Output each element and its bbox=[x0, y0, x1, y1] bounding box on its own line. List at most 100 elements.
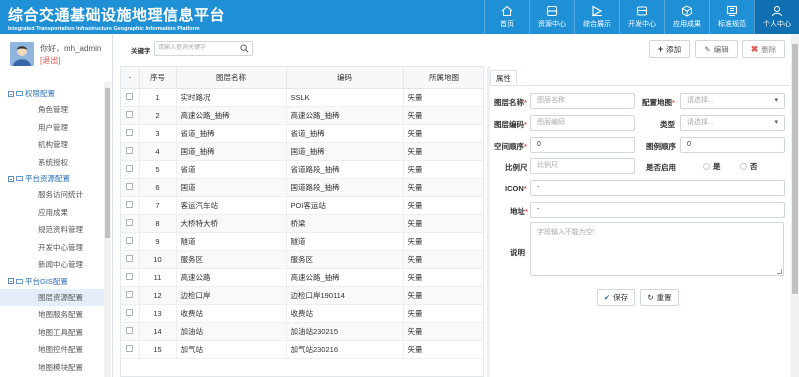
search-icon[interactable] bbox=[240, 44, 249, 53]
address-input[interactable]: - bbox=[530, 202, 785, 218]
enabled-no-radio[interactable]: 否 bbox=[740, 161, 758, 172]
icon-input[interactable]: - bbox=[530, 180, 785, 196]
row-checkbox[interactable] bbox=[126, 146, 134, 154]
nav-resource-center[interactable]: 资源中心 bbox=[529, 0, 574, 34]
cell-layer-name: 省道 bbox=[176, 160, 287, 179]
sidebar-item-map-tools[interactable]: 地图工具配置 bbox=[0, 324, 104, 342]
row-checkbox[interactable] bbox=[126, 236, 134, 244]
row-checkbox[interactable] bbox=[126, 128, 134, 136]
table-row[interactable]: 11 高速公路 高速公路_抽稀 矢量 bbox=[121, 268, 483, 287]
sidebar-group-permissions[interactable]: 权限配置 bbox=[0, 86, 104, 101]
row-checkbox[interactable] bbox=[126, 326, 134, 334]
sidebar-group-label: 权限配置 bbox=[25, 89, 55, 98]
sidebar-item-app-results[interactable]: 应用成果 bbox=[0, 204, 104, 222]
row-checkbox[interactable] bbox=[126, 110, 134, 118]
row-checkbox[interactable] bbox=[126, 200, 134, 208]
row-checkbox[interactable] bbox=[126, 254, 134, 262]
table-row[interactable]: 6 国道 国道路段_抽稀 矢量 bbox=[121, 178, 483, 197]
keyword-label: 关键字 bbox=[131, 48, 151, 55]
table-row[interactable]: 5 省道 省道路段_抽稀 矢量 bbox=[121, 160, 483, 179]
keyword-search-input[interactable]: 请输入查询关键字 bbox=[154, 41, 253, 56]
table-row[interactable]: 14 加油站 加油站230215 矢量 bbox=[121, 322, 483, 341]
table-row[interactable]: 13 收费站 收费站 矢量 bbox=[121, 304, 483, 323]
table-row[interactable]: 8 大桥特大桥 桥梁 矢量 bbox=[121, 214, 483, 233]
row-checkbox[interactable] bbox=[126, 218, 134, 226]
row-checkbox-cell bbox=[121, 286, 140, 305]
sidebar-item-authorization[interactable]: 系统授权 bbox=[0, 154, 104, 172]
nav-results[interactable]: 应用成果 bbox=[664, 0, 709, 34]
page-scroll-thumb[interactable] bbox=[792, 44, 798, 294]
cell-layer-name: 高速公路_抽稀 bbox=[176, 106, 287, 125]
folder-icon bbox=[16, 278, 23, 284]
table-row[interactable]: 4 国道_抽稀 国道_抽稀 矢量 bbox=[121, 142, 483, 161]
col-map[interactable]: 所属地图 bbox=[403, 67, 483, 89]
cell-index: 8 bbox=[139, 214, 177, 233]
select-all-header[interactable]: - bbox=[121, 67, 140, 89]
row-checkbox[interactable] bbox=[126, 344, 134, 352]
description-textarea[interactable]: 字段输入不能为空! bbox=[530, 222, 784, 276]
sidebar-item-standards[interactable]: 规范资料管理 bbox=[0, 221, 104, 239]
logout-link[interactable]: [退出] bbox=[40, 55, 60, 66]
map-label: 配置地图* bbox=[642, 98, 675, 107]
col-layer-name[interactable]: 图层名称 bbox=[176, 67, 287, 89]
cell-map: 矢量 bbox=[403, 340, 483, 359]
add-button[interactable]: + 添加 bbox=[649, 40, 690, 58]
delete-button[interactable]: ✖ 删除 bbox=[742, 40, 785, 58]
nav-develop[interactable]: 开发中心 bbox=[619, 0, 664, 34]
col-index[interactable]: 序号 bbox=[139, 67, 177, 89]
sidebar-item-access-stats[interactable]: 服务访问统计 bbox=[0, 186, 104, 204]
row-checkbox-cell bbox=[121, 178, 140, 197]
type-select[interactable]: 请选择... bbox=[680, 115, 785, 131]
row-checkbox[interactable] bbox=[126, 164, 134, 172]
sidebar-item-map-modules[interactable]: 地图模块配置 bbox=[0, 359, 104, 377]
sidebar-item-user[interactable]: 用户管理 bbox=[0, 119, 104, 137]
cell-map: 矢量 bbox=[403, 268, 483, 287]
tab-attributes[interactable]: 属性 bbox=[490, 70, 517, 86]
sidebar-item-layer-resources[interactable]: 图层资源配置 bbox=[0, 288, 104, 306]
row-checkbox[interactable] bbox=[126, 182, 134, 190]
resize-handle[interactable] bbox=[777, 269, 782, 274]
nav-standards[interactable]: 标准规范 bbox=[709, 0, 754, 34]
legend-order-input[interactable]: 0 bbox=[680, 137, 785, 153]
sidebar-item-map-controls[interactable]: 地图控件配置 bbox=[0, 341, 104, 359]
icon-label-text: ICON bbox=[505, 184, 524, 193]
nav-display[interactable]: 综合展示 bbox=[574, 0, 619, 34]
table-row[interactable]: 12 边检口岸 边检口岸190114 矢量 bbox=[121, 286, 483, 305]
nav-personal-center[interactable]: 个人中心 bbox=[754, 0, 799, 34]
map-select[interactable]: 请选择... bbox=[680, 93, 785, 109]
table-row[interactable]: 15 加气站 加气站230216 矢量 bbox=[121, 340, 483, 359]
sidebar-item-map-service[interactable]: 地图服务配置 bbox=[0, 306, 104, 324]
layer-name-input[interactable]: 图层名称 bbox=[530, 93, 635, 109]
layer-code-input[interactable]: 图层编码 bbox=[530, 115, 635, 131]
sidebar-group-gis[interactable]: 平台GIS配置 bbox=[0, 274, 104, 289]
sidebar-item-role[interactable]: 角色管理 bbox=[0, 101, 104, 119]
sidebar-item-org[interactable]: 机构管理 bbox=[0, 136, 104, 154]
table-row[interactable]: 10 服务区 服务区 矢量 bbox=[121, 250, 483, 269]
sidebar-scroll-thumb[interactable] bbox=[105, 88, 110, 238]
reset-button[interactable]: ↻ 重置 bbox=[640, 289, 679, 306]
edit-button[interactable]: ✎ 编辑 bbox=[695, 40, 738, 58]
table-row[interactable]: 2 高速公路_抽稀 高速公路_抽稀 矢量 bbox=[121, 106, 483, 125]
collapse-icon bbox=[8, 175, 14, 182]
table-row[interactable]: 1 实时路况 SSLK 矢量 bbox=[121, 88, 483, 107]
enabled-yes-radio[interactable]: 是 bbox=[703, 161, 721, 172]
save-button[interactable]: ✔ 保存 bbox=[597, 289, 635, 306]
sidebar-item-news[interactable]: 新闻中心管理 bbox=[0, 256, 104, 274]
table-row[interactable]: 9 隧道 隧道 矢量 bbox=[121, 232, 483, 251]
sidebar-scrollbar[interactable] bbox=[104, 82, 111, 377]
row-checkbox[interactable] bbox=[126, 272, 134, 280]
row-checkbox[interactable] bbox=[126, 290, 134, 298]
row-checkbox[interactable] bbox=[126, 92, 134, 100]
cell-code: POI客运站 bbox=[286, 196, 404, 215]
row-checkbox[interactable] bbox=[126, 308, 134, 316]
table-row[interactable]: 3 省道_抽稀 省道_抽稀 矢量 bbox=[121, 124, 483, 143]
cell-index: 5 bbox=[139, 160, 177, 179]
nav-home[interactable]: 首页 bbox=[484, 0, 529, 34]
col-code[interactable]: 编码 bbox=[286, 67, 404, 89]
sidebar-group-platform-resources[interactable]: 平台资源配置 bbox=[0, 171, 104, 186]
space-order-input[interactable]: 0 bbox=[530, 137, 635, 153]
scale-input[interactable]: 比例尺 bbox=[530, 158, 635, 174]
sidebar-item-dev-center[interactable]: 开发中心管理 bbox=[0, 239, 104, 257]
table-row[interactable]: 7 客运汽车站 POI客运站 矢量 bbox=[121, 196, 483, 215]
page-scrollbar[interactable] bbox=[791, 34, 799, 377]
